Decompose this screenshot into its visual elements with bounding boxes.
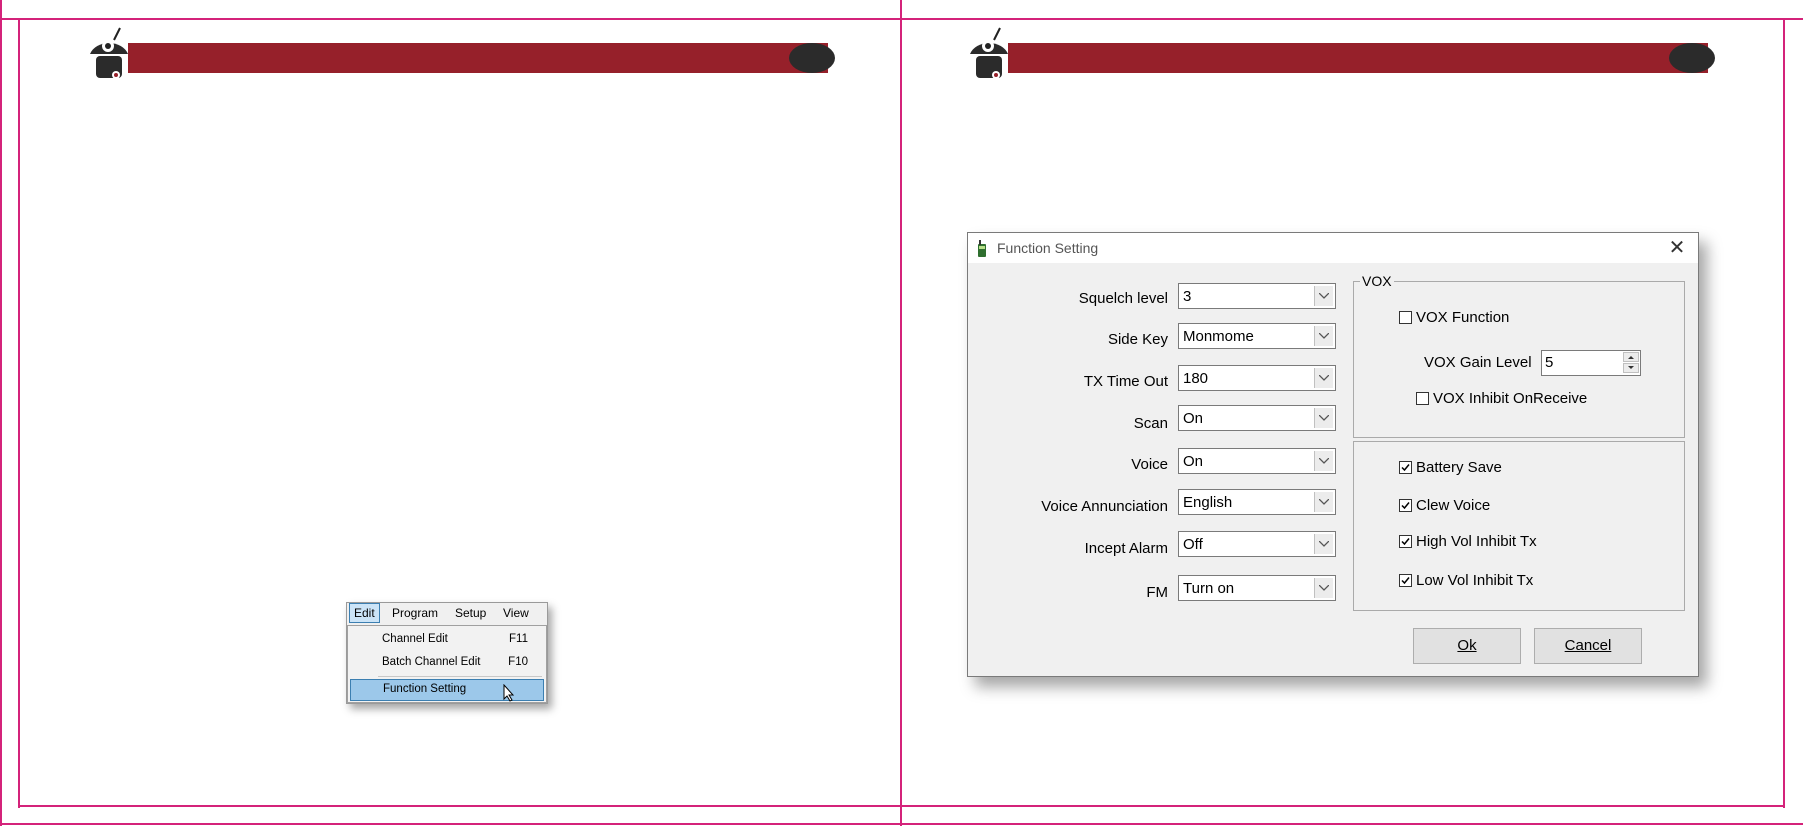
mouse-cursor-icon: [503, 684, 515, 702]
chevron-down-icon[interactable]: [1314, 408, 1333, 428]
chevron-down-icon[interactable]: [1314, 578, 1333, 598]
menu-edit[interactable]: Edit: [349, 603, 380, 623]
right-header-bar: [1008, 43, 1708, 73]
edit-dropdown: Channel Edit F11 Batch Channel Edit F10 …: [347, 625, 547, 703]
dialog-titlebar: Function Setting ✕: [968, 233, 1698, 263]
checkmark-icon[interactable]: [1399, 499, 1412, 512]
incept-alarm-select[interactable]: Off: [1178, 531, 1336, 557]
robot-mascot-icon: [90, 27, 128, 79]
fm-select[interactable]: Turn on: [1178, 575, 1336, 601]
options-group: Battery Save Clew Voice High Vol Inhibit…: [1353, 441, 1685, 611]
menu-view[interactable]: View: [503, 606, 529, 620]
checkbox-box[interactable]: [1416, 392, 1429, 405]
voice-label: Voice: [1131, 456, 1168, 473]
incept-alarm-label: Incept Alarm: [1084, 540, 1168, 557]
checkbox-box[interactable]: [1399, 311, 1412, 324]
scan-label: Scan: [1133, 415, 1168, 432]
vox-gain-level-spinner[interactable]: 5: [1541, 350, 1641, 376]
page-guide-bottom: [0, 823, 1803, 825]
chevron-down-icon[interactable]: [1314, 451, 1333, 471]
chevron-down-icon[interactable]: [1314, 326, 1333, 346]
chevron-down-icon[interactable]: [1314, 534, 1333, 554]
menu-item-batch-channel-edit[interactable]: Batch Channel Edit F10: [350, 653, 542, 673]
dialog-title: Function Setting: [997, 240, 1099, 256]
page-guide-left: [0, 0, 2, 826]
voice-annunciation-label: Voice Annunciation: [1041, 498, 1168, 515]
clew-voice-checkbox[interactable]: Clew Voice: [1399, 497, 1490, 514]
chevron-down-icon[interactable]: [1314, 368, 1333, 388]
edit-menu-screenshot: Edit Program Setup View Channel Edit F11…: [346, 602, 548, 704]
left-header-bar: [128, 43, 828, 73]
chevron-down-icon[interactable]: [1314, 492, 1333, 512]
scan-select[interactable]: On: [1178, 405, 1336, 431]
robot-mascot-icon: [970, 27, 1008, 79]
squelch-level-label: Squelch level: [1078, 290, 1168, 307]
tx-time-out-select[interactable]: 180: [1178, 365, 1336, 391]
tx-time-out-label: TX Time Out: [1083, 373, 1168, 390]
radio-app-icon: [978, 240, 986, 257]
function-setting-dialog: Function Setting ✕ Squelch level 3 Side …: [967, 232, 1699, 677]
checkmark-icon[interactable]: [1399, 461, 1412, 474]
chevron-down-icon[interactable]: [1314, 286, 1333, 306]
voice-select[interactable]: On: [1178, 448, 1336, 474]
right-page-number-badge: [1669, 43, 1715, 73]
high-vol-inhibit-tx-checkbox[interactable]: High Vol Inhibit Tx: [1399, 533, 1537, 550]
page-guide-center: [900, 0, 902, 826]
spinner-down-icon[interactable]: [1623, 363, 1639, 373]
vox-legend: VOX: [1360, 273, 1394, 289]
squelch-level-select[interactable]: 3: [1178, 283, 1336, 309]
battery-save-checkbox[interactable]: Battery Save: [1399, 459, 1502, 476]
menu-item-channel-edit[interactable]: Channel Edit F11: [350, 630, 542, 650]
menu-program[interactable]: Program: [392, 606, 438, 620]
menu-bar: Edit Program Setup View: [347, 603, 547, 623]
vox-gain-level-label: VOX Gain Level: [1424, 354, 1532, 371]
checkmark-icon[interactable]: [1399, 574, 1412, 587]
page-guide-left-inner: [18, 18, 20, 808]
voice-annunciation-select[interactable]: English: [1178, 489, 1336, 515]
menu-setup[interactable]: Setup: [455, 606, 486, 620]
menu-separator: [378, 676, 542, 677]
close-icon[interactable]: ✕: [1664, 236, 1690, 260]
fm-label: FM: [1146, 584, 1168, 601]
low-vol-inhibit-tx-checkbox[interactable]: Low Vol Inhibit Tx: [1399, 572, 1533, 589]
vox-group: VOX VOX Function VOX Gain Level 5 VOX In…: [1353, 273, 1685, 438]
vox-inhibit-onreceive-checkbox[interactable]: VOX Inhibit OnReceive: [1416, 390, 1587, 407]
vox-function-checkbox[interactable]: VOX Function: [1399, 309, 1509, 326]
side-key-select[interactable]: Monmome: [1178, 323, 1336, 349]
menu-item-function-setting[interactable]: Function Setting: [350, 679, 544, 702]
ok-button[interactable]: Ok: [1413, 628, 1521, 664]
checkmark-icon[interactable]: [1399, 535, 1412, 548]
side-key-label: Side Key: [1107, 331, 1168, 348]
cancel-button[interactable]: Cancel: [1534, 628, 1642, 664]
left-page-number-badge: [789, 43, 835, 73]
spinner-up-icon[interactable]: [1623, 352, 1639, 362]
page-guide-right-inner: [1783, 18, 1785, 808]
